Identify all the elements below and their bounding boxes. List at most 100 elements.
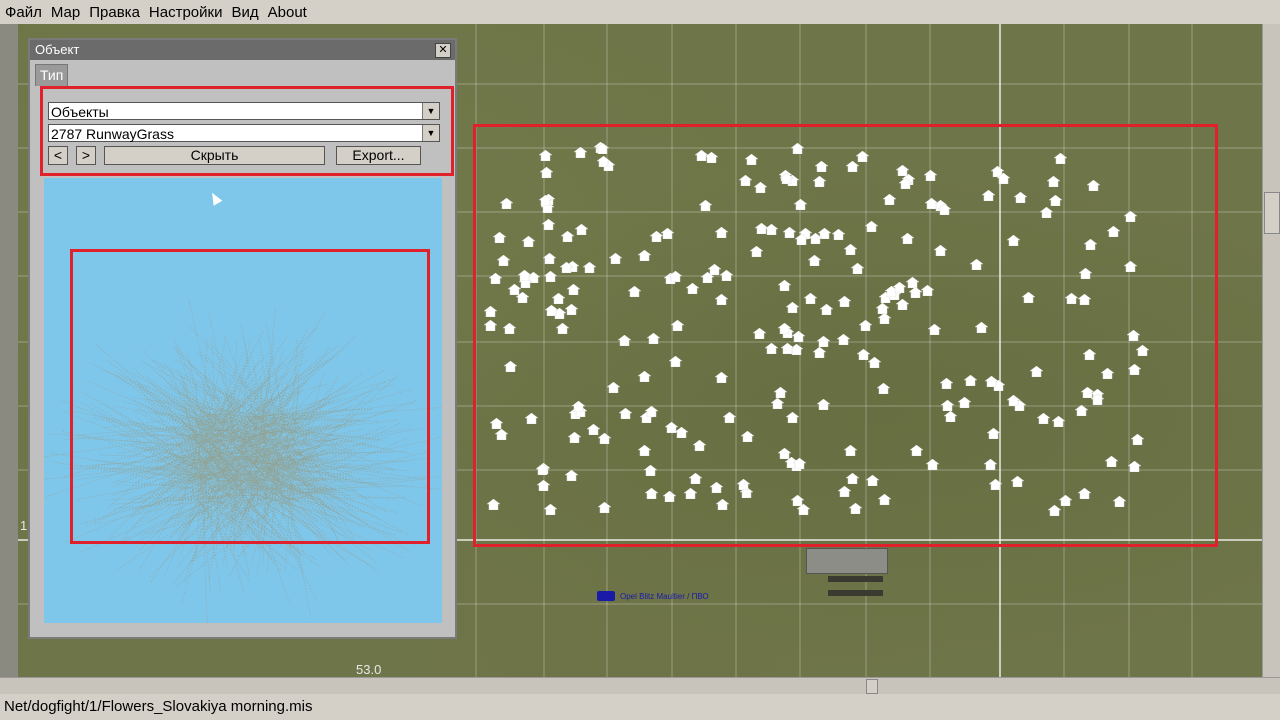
object-marker[interactable] bbox=[983, 457, 998, 471]
object-marker[interactable] bbox=[687, 471, 703, 485]
object-marker[interactable] bbox=[1123, 209, 1139, 223]
object-marker[interactable] bbox=[796, 502, 811, 515]
object-marker[interactable] bbox=[581, 260, 597, 274]
object-marker[interactable] bbox=[1076, 292, 1092, 305]
object-marker[interactable] bbox=[1127, 362, 1143, 376]
object-marker[interactable] bbox=[785, 300, 800, 314]
close-icon[interactable]: ✕ bbox=[435, 43, 451, 58]
object-marker[interactable] bbox=[986, 426, 1001, 439]
object-marker[interactable] bbox=[706, 262, 722, 276]
object-marker[interactable] bbox=[649, 229, 664, 243]
object-marker[interactable] bbox=[925, 457, 941, 471]
object-marker[interactable] bbox=[973, 320, 989, 333]
object-marker[interactable] bbox=[1123, 259, 1138, 272]
object-marker[interactable] bbox=[939, 398, 955, 412]
object-marker[interactable] bbox=[773, 385, 788, 398]
object-marker[interactable] bbox=[812, 174, 827, 188]
object-marker[interactable] bbox=[692, 438, 708, 452]
object-marker[interactable] bbox=[867, 355, 882, 369]
object-marker[interactable] bbox=[643, 463, 658, 476]
object-marker[interactable] bbox=[837, 294, 852, 308]
vertical-scrollbar[interactable] bbox=[1262, 24, 1280, 677]
object-marker[interactable] bbox=[1127, 459, 1142, 473]
object-marker[interactable] bbox=[483, 318, 498, 332]
object-marker[interactable] bbox=[618, 406, 633, 419]
vehicle-icon[interactable] bbox=[597, 591, 615, 601]
object-marker[interactable] bbox=[790, 141, 805, 155]
object-marker[interactable] bbox=[736, 477, 751, 490]
object-marker[interactable] bbox=[683, 486, 698, 500]
object-marker[interactable] bbox=[1083, 237, 1099, 250]
object-marker[interactable] bbox=[668, 269, 683, 282]
object-marker[interactable] bbox=[608, 251, 623, 265]
object-marker[interactable] bbox=[831, 227, 846, 241]
menu-map[interactable]: Мар bbox=[46, 4, 84, 21]
object-marker[interactable] bbox=[494, 427, 509, 441]
object-marker[interactable] bbox=[926, 322, 942, 336]
object-marker[interactable] bbox=[920, 283, 935, 297]
prev-button[interactable]: < bbox=[48, 146, 68, 165]
object-marker[interactable] bbox=[538, 148, 553, 161]
object-marker[interactable] bbox=[627, 284, 642, 297]
object-marker[interactable] bbox=[488, 416, 504, 430]
object-marker[interactable] bbox=[597, 431, 612, 444]
object-marker[interactable] bbox=[704, 150, 720, 164]
object-marker[interactable] bbox=[499, 196, 515, 210]
object-marker[interactable] bbox=[1106, 224, 1122, 237]
object-marker[interactable] bbox=[617, 333, 632, 346]
object-marker[interactable] bbox=[637, 369, 652, 383]
object-marker[interactable] bbox=[776, 321, 792, 335]
object-marker[interactable] bbox=[907, 285, 923, 298]
tab-type[interactable]: Тип bbox=[35, 64, 69, 86]
object-marker[interactable] bbox=[876, 381, 891, 395]
object-marker[interactable] bbox=[1048, 193, 1063, 207]
menu-edit[interactable]: Правка bbox=[84, 4, 144, 21]
object-marker[interactable] bbox=[865, 473, 880, 487]
object-marker[interactable] bbox=[744, 152, 760, 165]
object-marker[interactable] bbox=[644, 404, 659, 417]
object-marker[interactable] bbox=[996, 171, 1011, 184]
object-marker[interactable] bbox=[595, 141, 610, 155]
object-marker[interactable] bbox=[567, 430, 582, 443]
object-marker[interactable] bbox=[1012, 190, 1028, 204]
object-marker[interactable] bbox=[537, 193, 553, 206]
object-marker[interactable] bbox=[1074, 403, 1089, 417]
object-marker[interactable] bbox=[898, 176, 913, 190]
object-marker[interactable] bbox=[876, 311, 892, 325]
object-marker[interactable] bbox=[1104, 454, 1119, 468]
object-marker[interactable] bbox=[740, 429, 755, 442]
object-marker[interactable] bbox=[1064, 291, 1079, 305]
object-marker[interactable] bbox=[540, 217, 556, 231]
object-marker[interactable] bbox=[709, 480, 725, 493]
object-marker[interactable] bbox=[778, 171, 794, 185]
object-marker[interactable] bbox=[956, 395, 972, 408]
object-marker[interactable] bbox=[558, 260, 574, 274]
object-marker[interactable] bbox=[858, 318, 874, 332]
object-marker[interactable] bbox=[1005, 393, 1021, 407]
object-marker[interactable] bbox=[637, 248, 653, 262]
object-marker[interactable] bbox=[606, 380, 621, 394]
next-button[interactable]: > bbox=[76, 146, 96, 165]
object-marker[interactable] bbox=[564, 302, 579, 316]
object-marker[interactable] bbox=[1028, 364, 1044, 378]
object-marker[interactable] bbox=[892, 280, 907, 294]
object-marker[interactable] bbox=[803, 291, 819, 305]
object-marker[interactable] bbox=[836, 332, 852, 346]
object-marker[interactable] bbox=[785, 410, 801, 423]
object-marker[interactable] bbox=[843, 443, 858, 457]
object-marker[interactable] bbox=[597, 500, 612, 513]
object-marker[interactable] bbox=[713, 292, 729, 306]
object-marker[interactable] bbox=[770, 396, 786, 410]
object-marker[interactable] bbox=[808, 231, 823, 245]
object-marker[interactable] bbox=[644, 486, 659, 500]
object-marker[interactable] bbox=[1134, 343, 1150, 356]
object-marker[interactable] bbox=[737, 173, 753, 187]
object-marker[interactable] bbox=[714, 370, 729, 384]
object-marker[interactable] bbox=[845, 159, 860, 173]
object-marker[interactable] bbox=[900, 231, 915, 244]
object-marker[interactable] bbox=[1006, 233, 1022, 247]
object-marker[interactable] bbox=[637, 443, 652, 457]
menu-about[interactable]: About bbox=[263, 4, 311, 21]
object-marker[interactable] bbox=[538, 165, 554, 179]
object-marker[interactable] bbox=[551, 291, 567, 304]
